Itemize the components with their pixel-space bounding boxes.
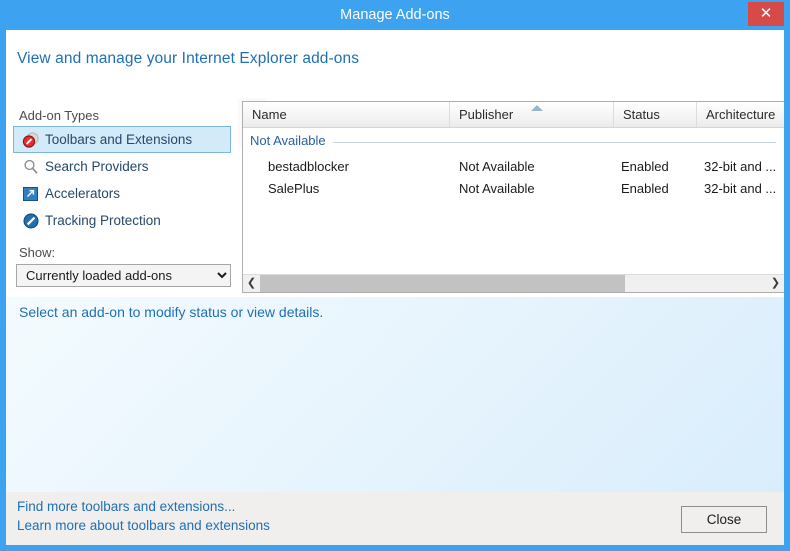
content-area: PF risk.com Select an add-on to modify s… xyxy=(6,98,784,492)
group-header-label: Not Available xyxy=(250,133,333,148)
show-select[interactable]: Currently loaded add-onsAll add-onsRun w… xyxy=(16,264,231,287)
chevron-left-icon[interactable]: ❮ xyxy=(243,275,260,292)
sidebar-item-label: Toolbars and Extensions xyxy=(45,132,193,147)
arrow-box-icon xyxy=(22,185,40,203)
header-band: View and manage your Internet Explorer a… xyxy=(6,30,784,98)
cell-publisher: Not Available xyxy=(459,181,535,196)
sidebar-item-label: Tracking Protection xyxy=(45,213,161,228)
cell-name: bestadblocker xyxy=(268,159,349,174)
addons-table: Name Publisher Status Architecture Not A… xyxy=(242,101,784,293)
page-title: View and manage your Internet Explorer a… xyxy=(17,50,360,67)
show-label: Show: xyxy=(19,245,56,260)
close-window-button[interactable]: ✕ xyxy=(748,2,784,26)
table-body: Not Available bestadblocker Not Availabl… xyxy=(243,128,784,269)
table-row[interactable]: SalePlus Not Available Enabled 32-bit an… xyxy=(243,178,784,200)
column-header-status[interactable]: Status xyxy=(614,102,697,127)
table-row[interactable]: bestadblocker Not Available Enabled 32-b… xyxy=(243,156,784,178)
no-entry-blue-icon xyxy=(22,212,40,230)
chevron-right-icon[interactable]: ❯ xyxy=(767,275,784,292)
sidebar-item-search-providers[interactable]: Search Providers xyxy=(13,153,231,180)
window-title: Manage Add-ons xyxy=(340,7,450,23)
cell-architecture: 32-bit and ... xyxy=(704,181,777,196)
sidebar: Add-on Types Toolbars and Extensions Sea… xyxy=(6,98,238,293)
no-entry-red-icon xyxy=(22,131,40,149)
table-group-header: Not Available xyxy=(243,133,784,155)
column-header-name[interactable]: Name xyxy=(243,102,450,127)
scrollbar-track[interactable] xyxy=(260,275,767,292)
cell-architecture: 32-bit and ... xyxy=(704,159,777,174)
cell-status: Enabled xyxy=(621,159,669,174)
find-more-toolbars-link[interactable]: Find more toolbars and extensions... xyxy=(17,499,235,514)
magnifier-icon xyxy=(22,158,40,176)
horizontal-scrollbar[interactable]: ❮ ❯ xyxy=(243,274,784,292)
manage-addons-window: Manage Add-ons ✕ View and manage your In… xyxy=(0,0,790,551)
detail-panel: Select an add-on to modify status or vie… xyxy=(6,297,784,492)
scrollbar-thumb[interactable] xyxy=(260,275,626,292)
cell-status: Enabled xyxy=(621,181,669,196)
cell-publisher: Not Available xyxy=(459,159,535,174)
sidebar-item-label: Accelerators xyxy=(45,186,121,201)
sidebar-item-accelerators[interactable]: Accelerators xyxy=(13,180,231,207)
sidebar-item-label: Search Providers xyxy=(45,159,149,174)
footer: Find more toolbars and extensions... Lea… xyxy=(6,492,784,545)
sidebar-item-toolbars-and-extensions[interactable]: Toolbars and Extensions xyxy=(13,126,231,153)
learn-more-toolbars-link[interactable]: Learn more about toolbars and extensions xyxy=(17,518,270,533)
detail-message: Select an add-on to modify status or vie… xyxy=(19,304,324,320)
sidebar-item-tracking-protection[interactable]: Tracking Protection xyxy=(13,207,231,234)
table-header-row: Name Publisher Status Architecture xyxy=(243,102,784,128)
cell-name: SalePlus xyxy=(268,181,320,196)
close-button[interactable]: Close xyxy=(681,506,767,533)
sort-ascending-icon xyxy=(531,105,543,111)
column-header-architecture[interactable]: Architecture xyxy=(697,102,784,127)
addon-types-label: Add-on Types xyxy=(19,108,99,123)
title-bar: Manage Add-ons ✕ xyxy=(0,0,790,31)
